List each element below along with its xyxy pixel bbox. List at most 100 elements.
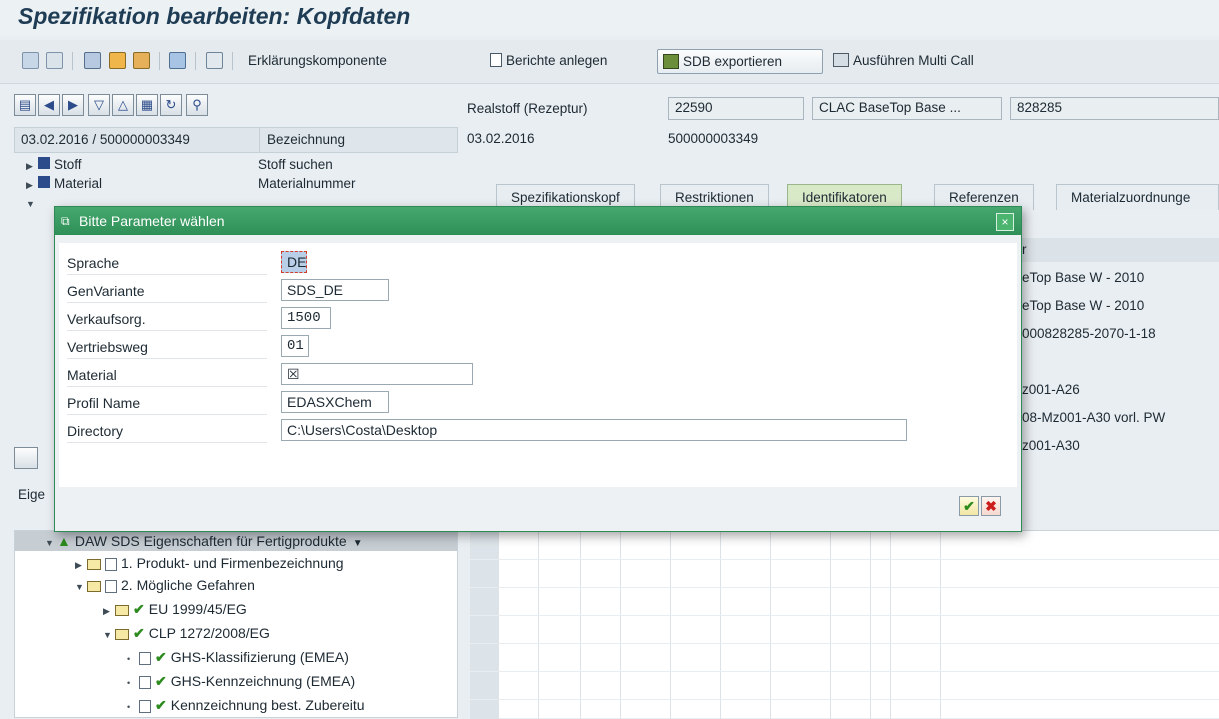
edit-note-icon: [105, 579, 117, 593]
table-header: r: [1022, 238, 1219, 262]
tab-materialzuordnung[interactable]: Materialzuordnunge: [1056, 184, 1219, 210]
parameter-dialog: ⧉ Bitte Parameter wählen × Sprache DE Ge…: [54, 206, 1022, 532]
tree-root-row[interactable]: ▼ ▲ DAW SDS Eigenschaften für Fertigproduk…: [15, 531, 457, 551]
tree-row-stoff[interactable]: ▶ Stoff: [26, 157, 82, 172]
toolbar-separator: [232, 52, 233, 70]
tree-node[interactable]: • ✔ GHS-Klassifizierung (EMEA): [127, 649, 349, 666]
display-object-icon[interactable]: ▤: [14, 94, 36, 116]
collapse-icon[interactable]: △: [112, 94, 134, 116]
collapse-arrow-icon: ▼: [103, 630, 112, 640]
next-icon[interactable]: ▶: [62, 94, 84, 116]
checkmark-icon: ✔: [155, 697, 167, 713]
close-icon[interactable]: ×: [996, 213, 1014, 231]
table-row[interactable]: 000828285-2070-1-18: [1022, 326, 1156, 341]
spec-name-field[interactable]: CLAC BaseTop Base ...: [812, 97, 1002, 120]
checkmark-icon: ✔: [133, 625, 145, 641]
tree-node-label: CLP 1272/2008/EG: [148, 625, 270, 641]
tree-node[interactable]: ▶ ✔ EU 1999/45/EG: [103, 601, 247, 618]
checkmark-icon: ✔: [133, 601, 145, 617]
expand-arrow-icon: ▶: [103, 606, 110, 616]
table-row[interactable]: z001-A30: [1022, 438, 1080, 453]
param-label-genvariante: GenVariante: [67, 279, 267, 303]
expand-icon[interactable]: ▽: [88, 94, 110, 116]
where-used-icon[interactable]: [133, 52, 150, 69]
tree-node[interactable]: ▼ ✔ CLP 1272/2008/EG: [103, 625, 270, 642]
grid-line: [470, 587, 1219, 588]
sdb-exportieren-button[interactable]: SDB exportieren: [657, 49, 823, 74]
genvariante-field[interactable]: SDS_DE: [281, 279, 389, 301]
tree-root: ▼ ▲ DAW SDS Eigenschaften für Fertigproduk…: [45, 533, 363, 549]
title-bar: Spezifikation bearbeiten: Kopfdaten: [0, 0, 1219, 36]
confirm-button[interactable]: ✔: [959, 496, 979, 516]
material-checkbox-field[interactable]: ☒: [281, 363, 473, 385]
eigenschaften-header: Eige: [18, 487, 46, 502]
table-row[interactable]: 08-Mz001-A30 vorl. PW: [1022, 410, 1165, 425]
bullet-icon: •: [127, 678, 131, 688]
tree-node-label: Kennzeichnung best. Zubereitu: [170, 697, 365, 713]
berichte-anlegen-button[interactable]: Berichte anlegen: [490, 53, 607, 68]
table-icon[interactable]: [206, 52, 223, 69]
tree-node-label: 2. Mögliche Gefahren: [121, 577, 255, 593]
expand-arrow-icon: ▶: [26, 180, 33, 190]
edit-note-icon: [105, 557, 117, 571]
grid-line: [470, 559, 1219, 560]
tree-node-label: GHS-Klassifizierung (EMEA): [170, 649, 349, 665]
refresh-icon[interactable]: ↻: [160, 94, 182, 116]
multiple-icon[interactable]: ▦: [136, 94, 158, 116]
directory-field[interactable]: C:\Users\Costa\Desktop: [281, 419, 907, 441]
erklaerung-button[interactable]: Erklärungskomponente: [248, 53, 387, 68]
document-icon: [139, 699, 151, 713]
dropdown-arrow-icon: ▼: [352, 538, 363, 549]
cancel-button[interactable]: ✖: [981, 496, 1001, 516]
tree-node-label: GHS-Kennzeichnung (EMEA): [170, 673, 356, 689]
verkaufsorg-field[interactable]: 1500: [281, 307, 331, 329]
spec-date: 03.02.2016: [467, 131, 535, 146]
tree-node[interactable]: • ✔ Kennzeichnung best. Zubereitu: [127, 697, 365, 714]
spec-type-label: Realstoff (Rezeptur): [467, 101, 588, 116]
display-icon[interactable]: [84, 52, 101, 69]
spec-code-field[interactable]: 828285: [1010, 97, 1219, 120]
search-help-icon: [38, 176, 50, 188]
sprache-field[interactable]: DE: [281, 251, 307, 273]
grid-line: [470, 615, 1219, 616]
tree-node[interactable]: ▼ 2. Mögliche Gefahren: [75, 577, 255, 593]
glasses-icon[interactable]: [22, 52, 39, 69]
table-header-cell: r: [1022, 242, 1027, 257]
vertriebsweg-field[interactable]: 01: [281, 335, 309, 357]
tree-row-material[interactable]: ▶ Material: [26, 176, 102, 191]
collapse-arrow-icon: ▼: [75, 582, 84, 592]
column-divider: [259, 128, 260, 152]
windows-icon[interactable]: [169, 52, 186, 69]
tree-node[interactable]: ▶ 1. Produkt- und Firmenbezeichnung: [75, 555, 344, 571]
table-row[interactable]: z001-A26: [1022, 382, 1080, 397]
bezeichnung-header: Bezeichnung: [267, 132, 346, 147]
dialog-title: Bitte Parameter wählen: [79, 213, 225, 229]
property-grid[interactable]: [470, 530, 1219, 719]
tree-row-collapsed[interactable]: ▼: [26, 195, 38, 210]
find-icon[interactable]: ⚲: [186, 94, 208, 116]
previous-icon[interactable]: ◀: [38, 94, 60, 116]
copy-icon[interactable]: [46, 52, 63, 69]
tree-node[interactable]: • ✔ GHS-Kennzeichnung (EMEA): [127, 673, 355, 690]
tree-row-label: Stoff: [54, 157, 82, 172]
export-icon: [663, 54, 679, 69]
collapse-arrow-icon: ▼: [26, 199, 35, 209]
print-icon[interactable]: [14, 447, 38, 469]
open-folder-icon: [87, 580, 101, 592]
table-row[interactable]: eTop Base W - 2010: [1022, 298, 1144, 313]
hierarchy-icon[interactable]: [109, 52, 126, 69]
table-row[interactable]: eTop Base W - 2010: [1022, 270, 1144, 285]
stoff-suchen: Stoff suchen: [258, 157, 333, 172]
document-icon: [139, 675, 151, 689]
multi-call-button[interactable]: Ausführen Multi Call: [833, 53, 974, 68]
multi-call-label: Ausführen Multi Call: [853, 53, 974, 68]
tree-node-label: 1. Produkt- und Firmenbezeichnung: [121, 555, 344, 571]
grid-line: [470, 643, 1219, 644]
dialog-title-bar[interactable]: ⧉ Bitte Parameter wählen ×: [55, 207, 1021, 235]
param-label-vertriebsweg: Vertriebsweg: [67, 335, 267, 359]
profil-name-field[interactable]: EDASXChem: [281, 391, 389, 413]
execute-icon: [833, 53, 849, 67]
param-label-sprache: Sprache: [67, 251, 267, 275]
spec-number-field[interactable]: 22590: [668, 97, 804, 120]
document-icon: [490, 53, 502, 67]
